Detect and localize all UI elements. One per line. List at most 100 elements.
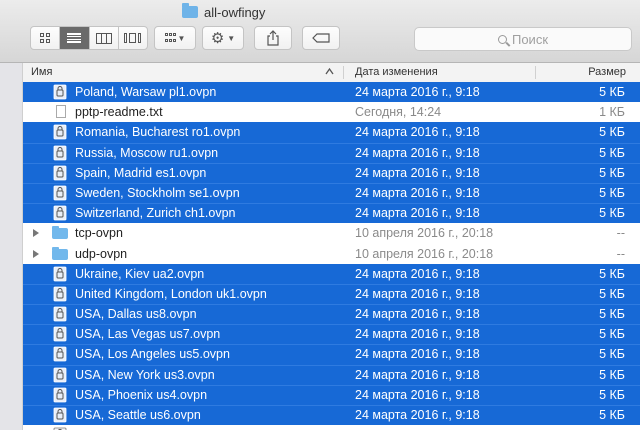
tags-button[interactable]: [302, 26, 340, 50]
file-row[interactable]: Poland, Warsaw pl1.ovpn 24 марта 2016 г.,…: [23, 82, 640, 103]
icon-view-button[interactable]: [31, 27, 61, 49]
certificate-file-icon: [53, 387, 67, 403]
chevron-down-icon: ▼: [227, 33, 236, 43]
file-name: USA, Seattle us6.ovpn: [75, 408, 201, 422]
file-row[interactable]: pptp-readme.txt Сегодня, 14:24 1 КБ: [23, 102, 640, 122]
text-file-icon: [56, 105, 66, 119]
file-date: 24 марта 2016 г., 9:18: [355, 85, 480, 99]
column-header-name[interactable]: Имя: [31, 63, 52, 82]
file-row[interactable]: Spain, Madrid es1.ovpn 24 марта 2016 г., …: [23, 162, 640, 183]
file-size: 5 КБ: [599, 206, 625, 221]
gear-icon: ⚙: [210, 29, 225, 47]
file-date: 24 марта 2016 г., 9:18: [355, 307, 480, 322]
certificate-file-icon: [53, 84, 67, 100]
list-view-button[interactable]: [60, 27, 90, 49]
file-name: Sweden, Stockholm se1.ovpn: [75, 185, 240, 200]
file-row[interactable]: United Kingdom, London uk1.ovpn 24 марта …: [23, 283, 640, 305]
file-size: 5 КБ: [599, 408, 625, 422]
file-date: 24 марта 2016 г., 9:18: [355, 206, 480, 221]
file-row[interactable]: USA, New York us3.ovpn 24 марта 2016 г., …: [23, 364, 640, 385]
certificate-file-icon: [53, 326, 67, 342]
file-date: 10 апреля 2016 г., 20:18: [355, 246, 494, 261]
certificate-file-icon: [53, 286, 67, 302]
share-button[interactable]: [254, 26, 292, 50]
file-name: Poland, Warsaw pl1.ovpn: [75, 85, 217, 99]
file-name: USA, Phoenix us4.ovpn: [75, 387, 208, 402]
coverflow-view-button[interactable]: [119, 27, 147, 49]
column-view-icon: [95, 32, 112, 44]
view-switcher: [30, 26, 148, 50]
file-row[interactable]: Russia, Moscow ru1.ovpn 24 марта 2016 г.,…: [23, 142, 640, 163]
file-name: USA, Dallas us8.ovpn: [75, 307, 197, 322]
file-size: 5 КБ: [599, 266, 625, 281]
file-name: USA, Las Vegas us7.ovpn: [75, 327, 221, 342]
file-row[interactable]: Switzerland, Zurich ch1.ovpn 24 марта 201…: [23, 203, 640, 224]
file-date: 24 марта 2016 г., 9:18: [355, 367, 480, 382]
file-date: 24 марта 2016 г., 9:18: [355, 145, 480, 160]
file-size: 5 КБ: [599, 125, 625, 140]
file-row[interactable]: Sweden, Stockholm se1.ovpn 24 марта 2016 …: [23, 182, 640, 204]
certificate-file-icon: [53, 306, 67, 322]
file-row[interactable]: USA, Las Vegas us7.ovpn 24 марта 2016 г.,…: [23, 324, 640, 345]
file-date: Сегодня, 14:24: [355, 105, 442, 120]
arrange-icon: [164, 33, 176, 43]
file-size: 5 КБ: [599, 347, 625, 362]
file-date: 24 марта 2016 г., 9:18: [355, 125, 480, 140]
file-row[interactable]: USA, Dallas us8.ovpn 24 марта 2016 г., 9:…: [23, 304, 640, 325]
action-button[interactable]: ⚙ ▼: [202, 26, 244, 50]
icon-view-icon: [40, 33, 51, 43]
file-size: 5 КБ: [599, 185, 625, 200]
column-header-size[interactable]: Размер: [588, 63, 626, 82]
file-size: 5 КБ: [599, 145, 625, 160]
file-name: Romania, Bucharest ro1.ovpn: [75, 125, 241, 140]
file-date: 24 марта 2016 г., 9:18: [355, 327, 480, 342]
file-row[interactable]: Ukraine, Kiev ua2.ovpn 24 марта 2016 г., …: [23, 263, 640, 284]
file-size: 5 КБ: [599, 307, 625, 322]
file-name: USA, New York us3.ovpn: [75, 367, 215, 382]
disclosure-triangle-icon[interactable]: [33, 229, 39, 238]
window-title-text: all-owfingy: [204, 4, 266, 20]
file-date: 24 марта 2016 г., 9:18: [355, 408, 480, 422]
file-size: 5 КБ: [599, 387, 625, 402]
file-date: 24 марта 2016 г., 9:18: [355, 165, 480, 180]
column-view-button[interactable]: [90, 27, 119, 49]
certificate-file-icon: [53, 347, 67, 362]
tag-icon: [312, 33, 330, 43]
certificate-file-icon: [53, 145, 67, 160]
file-row[interactable]: USA, Seattle us6.ovpn 24 марта 2016 г., 9…: [23, 405, 640, 426]
folder-row[interactable]: udp-ovpn 10 апреля 2016 г., 20:18 --: [23, 244, 640, 264]
toolbar: all-owfingy ▼ ⚙ ▼ Поиск: [0, 0, 640, 63]
file-name: Russia, Moscow ru1.ovpn: [75, 145, 219, 160]
search-icon: [497, 34, 507, 44]
coverflow-view-icon: [123, 33, 142, 43]
certificate-file-icon: [53, 185, 67, 201]
arrange-button[interactable]: ▼: [154, 26, 196, 50]
search-field[interactable]: Поиск: [414, 27, 632, 51]
column-header: Имя Дата изменения Размер: [23, 63, 640, 83]
file-row[interactable]: [23, 425, 640, 430]
share-icon: [267, 30, 279, 46]
certificate-file-icon: [53, 367, 67, 383]
certificate-file-icon: [53, 407, 67, 423]
column-header-date[interactable]: Дата изменения: [355, 63, 438, 82]
file-name: tcp-ovpn: [75, 226, 123, 241]
file-date: 24 марта 2016 г., 9:18: [355, 387, 480, 402]
disclosure-triangle-icon[interactable]: [33, 249, 39, 258]
file-name: udp-ovpn: [75, 246, 128, 261]
folder-row[interactable]: tcp-ovpn 10 апреля 2016 г., 20:18 --: [23, 223, 640, 243]
finder-window: all-owfingy ▼ ⚙ ▼ Поиск Имя Дата изменен…: [0, 0, 640, 430]
file-date: 24 марта 2016 г., 9:18: [355, 185, 480, 200]
file-date: 24 марта 2016 г., 9:18: [355, 266, 480, 281]
certificate-file-icon: [53, 165, 67, 181]
file-row[interactable]: USA, Phoenix us4.ovpn 24 марта 2016 г., 9…: [23, 384, 640, 405]
file-size: 5 КБ: [599, 327, 625, 342]
file-name: United Kingdom, London uk1.ovpn: [75, 286, 267, 301]
search-placeholder: Поиск: [511, 31, 549, 47]
file-date: 10 апреля 2016 г., 20:18: [355, 226, 494, 241]
file-size: 5 КБ: [599, 165, 625, 180]
file-name: Spain, Madrid es1.ovpn: [75, 165, 207, 180]
sort-ascending-icon: [325, 67, 334, 75]
chevron-down-icon: ▼: [177, 33, 186, 43]
file-row[interactable]: Romania, Bucharest ro1.ovpn 24 марта 2016…: [23, 122, 640, 143]
file-row[interactable]: USA, Los Angeles us5.ovpn 24 марта 2016 г…: [23, 344, 640, 365]
